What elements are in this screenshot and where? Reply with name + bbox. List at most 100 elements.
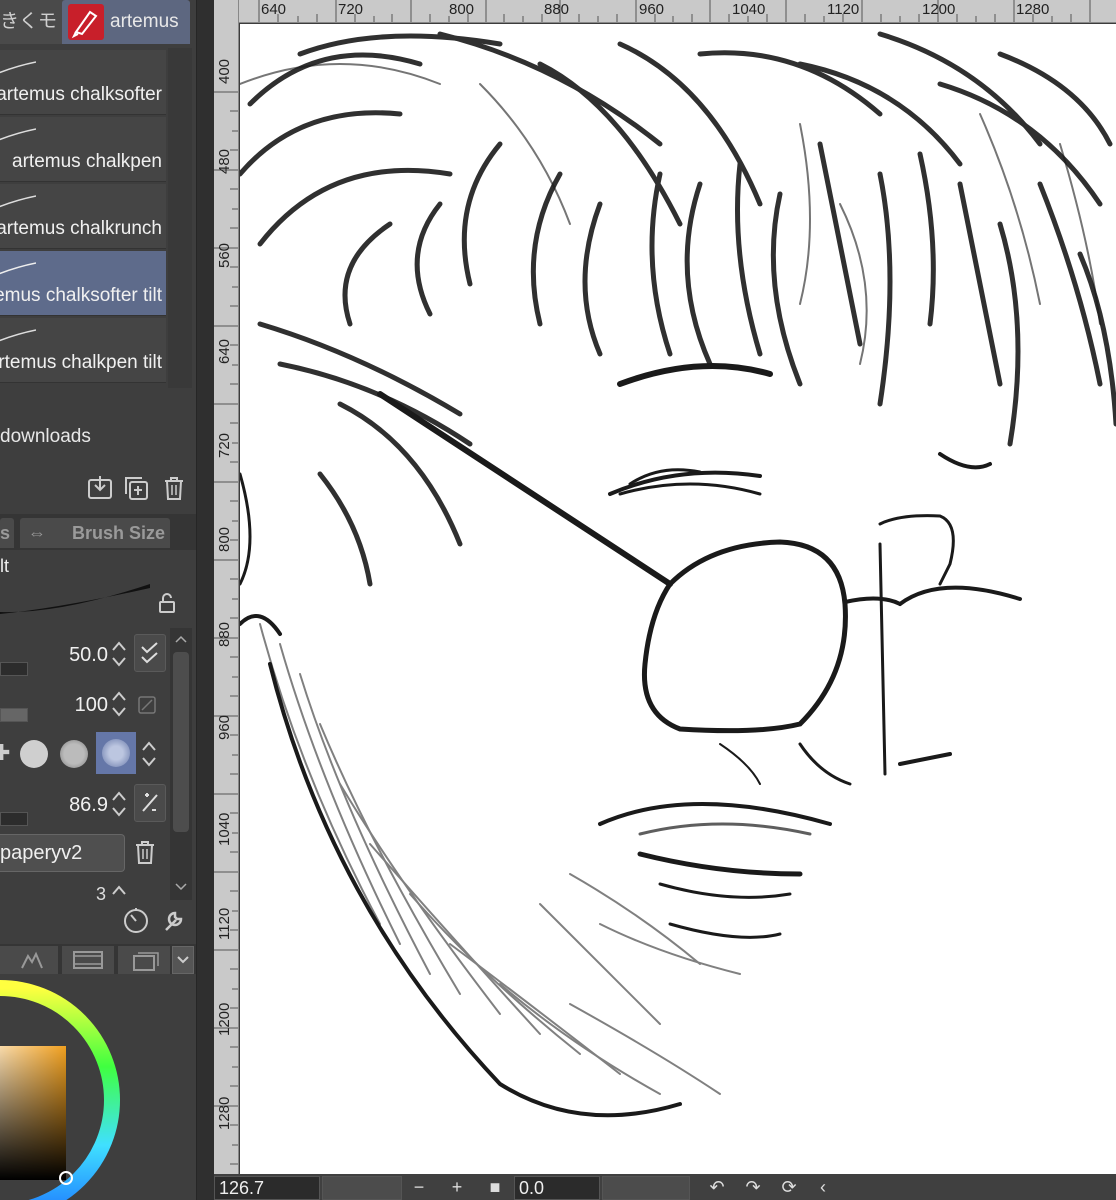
color-wheel-icon[interactable] <box>0 980 196 1200</box>
brush-size-slider[interactable] <box>0 662 28 676</box>
undo-icon[interactable]: ↶ <box>706 1176 728 1198</box>
ruler-label: 800 <box>216 526 233 552</box>
ruler-label: 1280 <box>216 1096 233 1130</box>
ruler-label: 720 <box>338 1 364 18</box>
brush-density-slider[interactable] <box>0 812 28 826</box>
opacity-value[interactable]: 100 <box>75 694 108 717</box>
film-icon <box>73 951 103 969</box>
palette-tab-film[interactable] <box>62 946 114 974</box>
palette-tab-brush[interactable] <box>6 946 58 974</box>
ruler-label: 1200 <box>922 1 956 18</box>
drawing-canvas[interactable] <box>240 24 1116 1174</box>
lock-icon[interactable] <box>152 590 178 616</box>
ruler-vertical: 400 480 560 640 720 800 880 960 1040 112… <box>214 22 239 1174</box>
brush-size-value[interactable]: 50.0 <box>69 644 108 667</box>
wrench-icon[interactable] <box>158 904 190 936</box>
ruler-label: 800 <box>449 1 475 18</box>
sub-tool-panel: きくモフ artemus artemus chalksofter artemus… <box>0 0 196 1200</box>
canvas-status-bar: 126.7 − + ■ 0.0 ↶ ↷ ⟳ ‹ <box>214 1174 1116 1200</box>
ruler-label: 960 <box>216 714 233 740</box>
opacity-slider[interactable] <box>0 708 28 722</box>
ruler-label: 720 <box>216 432 233 458</box>
density-pressure-icon[interactable] <box>134 784 166 822</box>
ruler-label: 560 <box>216 242 233 268</box>
zoom-out-icon[interactable]: − <box>408 1176 430 1198</box>
texture-field[interactable]: paperyv2 <box>0 834 125 872</box>
brush-tip-spinner[interactable] <box>140 736 158 772</box>
brush-item-chalkrunch[interactable]: artemus chalkrunch <box>0 184 166 249</box>
ruler-label: 960 <box>639 1 665 18</box>
brush-item-chalkpen-tilt[interactable]: artemus chalkpen tilt <box>0 318 166 383</box>
chevron-down-icon[interactable] <box>172 946 194 974</box>
panel-separator[interactable] <box>196 0 215 1200</box>
texture-trash-icon[interactable] <box>132 838 158 866</box>
ruler-label: 1040 <box>732 1 766 18</box>
tab-kikumofu[interactable]: きくモフ <box>0 0 64 76</box>
mountain-icon <box>21 951 43 969</box>
brush-stroke-preview <box>0 195 36 208</box>
chain-icon[interactable] <box>138 696 156 714</box>
ruler-label: 1200 <box>216 1002 233 1036</box>
partial-value: 3 <box>96 884 107 904</box>
brush-item-chalksofter[interactable]: artemus chalksofter <box>0 50 166 115</box>
ruler-label: 400 <box>216 58 233 84</box>
chevron-left-icon[interactable]: ‹ <box>812 1176 834 1198</box>
property-scrollbar[interactable] <box>170 628 192 900</box>
brush-stroke-preview <box>0 128 36 141</box>
rotation-slider[interactable] <box>602 1176 690 1200</box>
brush-stroke-preview <box>0 262 36 275</box>
zoom-field[interactable]: 126.7 <box>214 1176 320 1200</box>
trash-icon[interactable] <box>160 474 188 502</box>
brush-density-value[interactable]: 86.9 <box>69 794 108 817</box>
brush-stroke-preview <box>0 329 36 342</box>
opacity-spinner[interactable] <box>110 686 128 722</box>
tab-artemus[interactable]: artemus <box>62 0 190 44</box>
brush-tip-medium[interactable] <box>60 740 88 768</box>
ruler-label: 640 <box>216 338 233 364</box>
zoom-slider[interactable] <box>322 1176 402 1200</box>
partial-spinner[interactable] <box>110 882 128 896</box>
ruler-corner <box>214 0 239 23</box>
brush-density-row: 86.9 <box>0 780 170 828</box>
fit-square-icon[interactable]: ■ <box>484 1176 506 1198</box>
rotation-field[interactable]: 0.0 <box>514 1176 600 1200</box>
clock-icon[interactable] <box>120 904 152 936</box>
brush-shape-row: ✚ <box>0 730 170 778</box>
ruler-label: 1280 <box>1016 1 1050 18</box>
brush-list-scrollbar[interactable] <box>168 48 192 388</box>
brush-stroke-preview <box>0 61 36 74</box>
subtab-label: Brush Size <box>72 523 166 543</box>
zoom-in-icon[interactable]: + <box>446 1176 468 1198</box>
subtab-label: s <box>0 523 11 543</box>
brush-label: artemus chalkrunch <box>0 218 162 239</box>
pressure-icon[interactable] <box>134 634 166 672</box>
brush-item-chalksofter-tilt[interactable]: artemus chalksofter tilt <box>0 251 166 316</box>
ruler-label: 1040 <box>216 812 233 846</box>
brush-dots-icon[interactable]: ✚ <box>0 740 10 766</box>
ruler-label: 880 <box>544 1 570 18</box>
tab-partial[interactable]: s <box>0 518 14 548</box>
opacity-row: 100 <box>0 680 170 728</box>
layers-icon <box>133 952 159 971</box>
redo-icon[interactable]: ↷ <box>742 1176 764 1198</box>
brush-label: artemus chalkpen tilt <box>0 352 162 373</box>
palette-tab-layers[interactable] <box>118 946 170 974</box>
tab-brush-size[interactable]: ⇔ Brush Size <box>20 518 170 548</box>
downloads-group-label[interactable]: downloads <box>0 426 91 448</box>
duplicate-icon[interactable] <box>122 474 150 502</box>
pen-nib-icon <box>68 4 104 40</box>
brush-label: artemus chalkpen <box>12 151 162 172</box>
brush-name-label: lt <box>0 556 9 576</box>
brush-tip-soft-selected[interactable] <box>96 732 136 774</box>
download-icon[interactable] <box>86 474 114 502</box>
brush-size-spinner[interactable] <box>110 636 128 672</box>
brush-density-spinner[interactable] <box>110 786 128 822</box>
brush-item-chalkpen[interactable]: artemus chalkpen <box>0 117 166 182</box>
portrait-sketch <box>240 31 1116 1118</box>
brush-size-row: 50.0 <box>0 630 170 678</box>
ruler-label: 480 <box>216 148 233 174</box>
reset-rotation-icon[interactable]: ⟳ <box>778 1176 800 1198</box>
brush-tip-hard[interactable] <box>20 740 48 768</box>
ruler-label: 1120 <box>216 907 233 940</box>
tab-label: artemus <box>110 11 179 32</box>
